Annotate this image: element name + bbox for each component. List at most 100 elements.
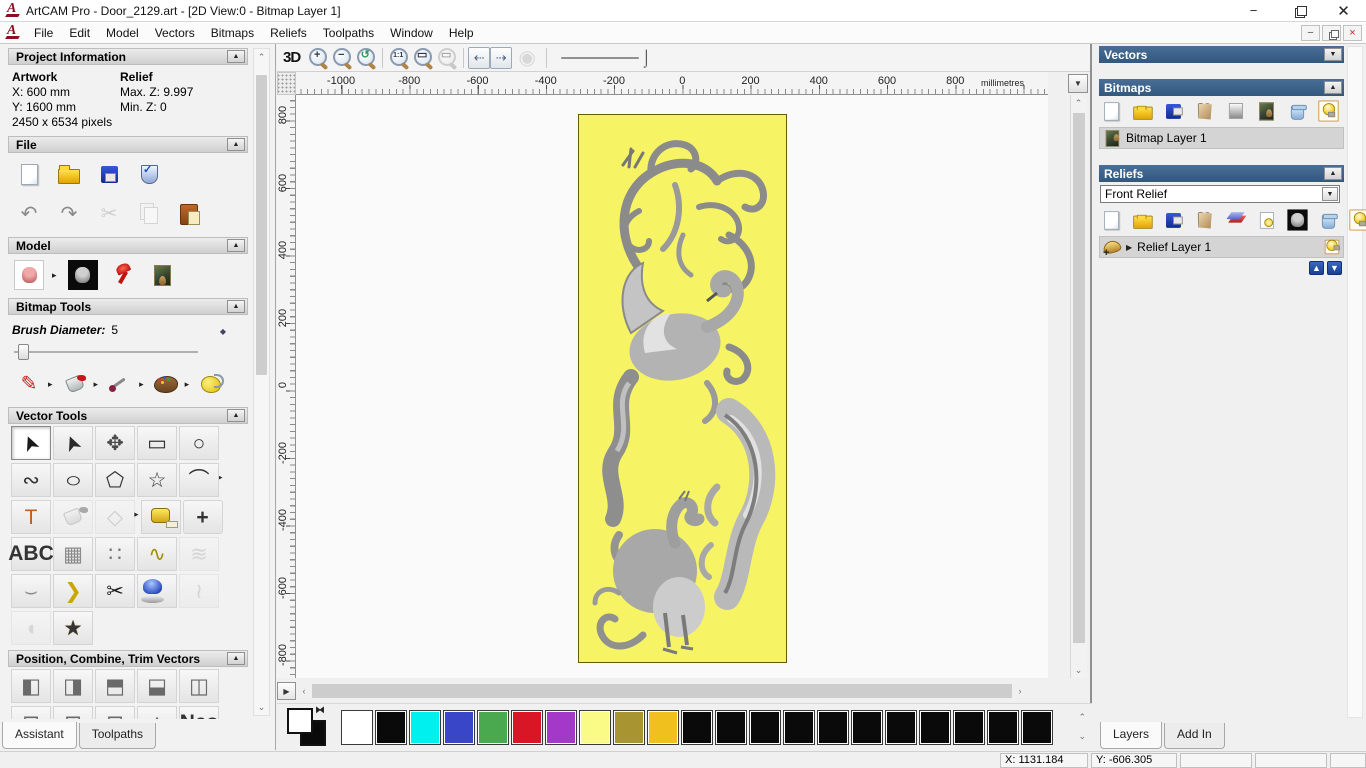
- canvas-viewport[interactable]: [296, 95, 1048, 678]
- switch-3d-view-button[interactable]: 3D: [283, 49, 301, 66]
- section-header-vectors[interactable]: Vectors ▼: [1099, 46, 1344, 63]
- tab-assistant[interactable]: Assistant: [2, 722, 77, 749]
- canvas-vertical-scrollbar[interactable]: ⌃ ⌄: [1070, 95, 1087, 678]
- scroll-up-icon[interactable]: ⌃: [1071, 95, 1086, 111]
- vector-doctor-icon[interactable]: ★: [53, 611, 93, 645]
- load-image-icon[interactable]: [148, 260, 178, 290]
- layers-scrollbar-track[interactable]: [1347, 46, 1363, 718]
- open-model-icon[interactable]: [54, 159, 84, 189]
- paste-icon[interactable]: [174, 199, 204, 229]
- section-header-bitmaps[interactable]: Bitmaps ▲: [1099, 79, 1344, 96]
- paint-icon[interactable]: ✎: [14, 369, 44, 399]
- menu-vectors[interactable]: Vectors: [147, 23, 203, 43]
- merge-relief-icon[interactable]: [1225, 209, 1245, 230]
- create-freehand-curve-icon[interactable]: ≀: [179, 574, 219, 608]
- palette-swatch[interactable]: [443, 709, 475, 745]
- set-model-size-icon[interactable]: [14, 260, 44, 290]
- primary-secondary-colour[interactable]: ⧓: [285, 705, 337, 749]
- collapse-arrow-icon[interactable]: ▲: [227, 50, 245, 63]
- align-right-icon[interactable]: ◨: [53, 669, 93, 703]
- new-bitmap-icon[interactable]: [1101, 100, 1121, 121]
- centre-in-page-icon[interactable]: ⊡: [11, 706, 51, 719]
- palette-swatch[interactable]: [817, 709, 849, 745]
- scroll-down-icon[interactable]: ⌄: [254, 699, 269, 715]
- create-star-icon[interactable]: ☆: [137, 463, 177, 497]
- restore-button[interactable]: [1276, 0, 1321, 22]
- tab-add-in[interactable]: Add In: [1164, 723, 1225, 749]
- greyscale-bitmap-icon[interactable]: [1225, 100, 1245, 121]
- palette-swatch[interactable]: [477, 709, 509, 745]
- preview-view-icon[interactable]: ◉: [512, 43, 542, 73]
- scroll-up-icon[interactable]: ⌃: [254, 49, 269, 65]
- palette-swatch[interactable]: [341, 709, 373, 745]
- palette-swatch[interactable]: [647, 709, 679, 745]
- flyout-arrow-icon[interactable]: ▸: [185, 379, 190, 390]
- brush-diameter-slider[interactable]: [14, 343, 238, 361]
- align-centre-icon[interactable]: ◫: [179, 669, 219, 703]
- palette-swatch[interactable]: [375, 709, 407, 745]
- toggle-bitmap-visibility-icon[interactable]: [1318, 100, 1339, 122]
- mdi-restore-button[interactable]: [1322, 24, 1341, 41]
- block-paste-icon[interactable]: +: [182, 500, 223, 534]
- palette-swatch[interactable]: [511, 709, 543, 745]
- collapse-arrow-icon[interactable]: ▲: [227, 239, 245, 252]
- relief-visibility-bulb-icon[interactable]: [1324, 239, 1340, 255]
- save-bitmap-icon[interactable]: [1163, 100, 1183, 121]
- paint-selected-vectors-icon[interactable]: [53, 500, 93, 534]
- redo-icon[interactable]: ↷: [54, 199, 84, 229]
- zoom-in-icon[interactable]: +: [306, 46, 330, 70]
- bitmap-layer-name[interactable]: Bitmap Layer 1: [1126, 131, 1207, 145]
- create-ellipse-icon[interactable]: ○: [53, 463, 93, 497]
- wrap-text-vectors-icon[interactable]: ABC: [8, 537, 54, 571]
- paste-along-curve-icon[interactable]: ∷: [95, 537, 135, 571]
- transform-vectors-icon[interactable]: ✥: [95, 426, 135, 460]
- fit-curve-to-points-icon[interactable]: ∿: [137, 537, 177, 571]
- palette-swatch[interactable]: [919, 709, 951, 745]
- assistant-scrollbar[interactable]: ⌃ ⌄: [253, 48, 270, 716]
- envelope-distort-icon[interactable]: ▦: [53, 537, 93, 571]
- units-dropdown[interactable]: ▼: [1068, 74, 1088, 93]
- open-bitmap-icon[interactable]: [1132, 100, 1152, 121]
- chevron-down-icon[interactable]: ▼: [1322, 187, 1338, 201]
- colour-palette-icon[interactable]: [151, 369, 181, 399]
- menu-edit[interactable]: Edit: [61, 23, 98, 43]
- scrollbar-thumb[interactable]: [256, 75, 267, 375]
- palette-swatch[interactable]: [783, 709, 815, 745]
- offset-vectors-icon[interactable]: ◇: [95, 500, 135, 534]
- palette-swatch[interactable]: [613, 709, 645, 745]
- menu-toolpaths[interactable]: Toolpaths: [315, 23, 382, 43]
- cut-icon[interactable]: ✂: [94, 199, 124, 229]
- flyout-arrow-icon[interactable]: ▸: [139, 379, 144, 390]
- palette-swatch[interactable]: [987, 709, 1019, 745]
- scroll-right-icon[interactable]: ›: [1012, 683, 1028, 699]
- scroll-down-icon[interactable]: ⌄: [1071, 662, 1086, 678]
- palette-swatch[interactable]: [579, 709, 611, 745]
- scroll-up-icon[interactable]: ⌃: [1078, 712, 1086, 723]
- minimize-button[interactable]: −: [1231, 0, 1276, 22]
- create-vector-text-icon[interactable]: T: [11, 500, 51, 534]
- section-header-vector-tools[interactable]: Vector Tools ▲: [8, 407, 248, 424]
- mdi-minimize-button[interactable]: −: [1301, 24, 1320, 41]
- menu-file[interactable]: File: [26, 23, 61, 43]
- align-bottom-icon[interactable]: ⬓: [137, 669, 177, 703]
- save-relief-icon[interactable]: [1163, 209, 1183, 230]
- toggle-relief-visibility-icon[interactable]: [1349, 209, 1366, 231]
- collapse-arrow-icon[interactable]: ▲: [227, 138, 245, 151]
- expand-arrow-icon[interactable]: ▼: [1324, 48, 1342, 61]
- move-layer-down-button[interactable]: ▼: [1327, 261, 1342, 275]
- save-model-icon[interactable]: [94, 159, 124, 189]
- view-fade-slider[interactable]: ⌡: [561, 48, 651, 68]
- create-arc-icon[interactable]: ⌒: [179, 463, 219, 497]
- fillet-tool-icon[interactable]: ⌣: [11, 574, 51, 608]
- undo-icon[interactable]: ↶: [14, 199, 44, 229]
- relief-lighting-icon[interactable]: [1256, 209, 1276, 230]
- section-header-reliefs[interactable]: Reliefs ▲: [1099, 165, 1344, 182]
- collapse-arrow-icon[interactable]: ▲: [227, 300, 245, 313]
- menu-model[interactable]: Model: [98, 23, 147, 43]
- scroll-left-icon[interactable]: ‹: [296, 683, 312, 699]
- create-circle-icon[interactable]: ○: [179, 426, 219, 460]
- palette-swatch[interactable]: [953, 709, 985, 745]
- menu-window[interactable]: Window: [382, 23, 441, 43]
- join-vectors-icon[interactable]: ❯: [53, 574, 93, 608]
- move-layer-up-button[interactable]: ▲: [1309, 261, 1324, 275]
